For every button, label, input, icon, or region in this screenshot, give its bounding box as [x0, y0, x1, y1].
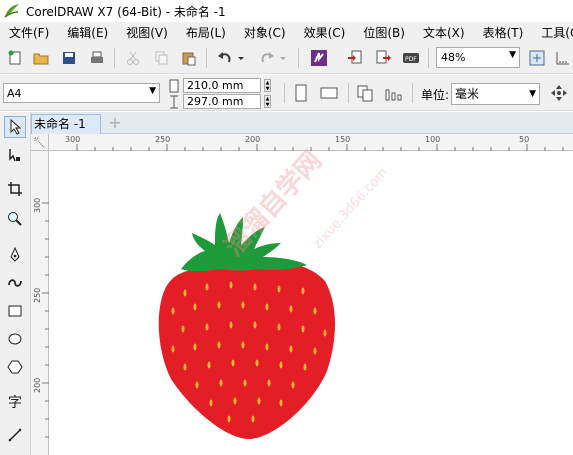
- menu-edit[interactable]: 编辑(E): [64, 24, 111, 41]
- ruler-label: 50: [519, 135, 530, 144]
- unit-label: 单位:: [421, 88, 450, 102]
- toolbar-separator: [428, 48, 429, 68]
- ruler-label: 300: [65, 135, 81, 144]
- toolbox: 字: [0, 112, 31, 455]
- page-size-select[interactable]: A4 ▼: [3, 83, 160, 103]
- ruler-label: 250: [155, 135, 171, 144]
- drawing-canvas[interactable]: 溜溜自学网 zixue.3d66.com: [49, 146, 573, 455]
- zoom-tool-icon[interactable]: [4, 208, 26, 230]
- import-icon[interactable]: [344, 47, 366, 69]
- rectangle-tool-icon[interactable]: [4, 300, 26, 322]
- nudge-distance-icon[interactable]: [548, 82, 570, 104]
- redo-icon[interactable]: [256, 47, 278, 69]
- menu-effects[interactable]: 效果(C): [301, 24, 349, 41]
- ellipse-tool-icon[interactable]: [4, 328, 26, 350]
- menu-view[interactable]: 视图(V): [123, 24, 171, 41]
- chevron-down-icon: ▼: [149, 86, 156, 96]
- zoom-value: 48%: [441, 51, 466, 64]
- publish-pdf-icon[interactable]: PDF: [400, 47, 422, 69]
- page-size-value: A4: [7, 86, 22, 100]
- cut-icon[interactable]: [122, 47, 144, 69]
- portrait-icon[interactable]: [290, 82, 312, 104]
- ruler-label: 200: [33, 377, 42, 393]
- page-width-input[interactable]: 210.0 mm: [183, 78, 261, 93]
- full-screen-preview-icon[interactable]: [526, 47, 548, 69]
- coreldraw-logo-icon: [4, 4, 19, 18]
- menu-tools[interactable]: 工具(O): [538, 24, 573, 41]
- toolbar-separator: [206, 48, 207, 68]
- shape-tool-icon[interactable]: [4, 144, 26, 166]
- chevron-down-icon: ▼: [509, 50, 516, 60]
- text-tool-icon[interactable]: 字: [4, 390, 26, 412]
- svg-text:PDF: PDF: [405, 56, 417, 63]
- height-icon: [170, 95, 178, 108]
- chevron-down-icon: ▼: [529, 89, 536, 99]
- ruler-origin[interactable]: [31, 134, 49, 151]
- toolbar-separator: [412, 83, 413, 103]
- menu-table[interactable]: 表格(T): [480, 24, 527, 41]
- width-spinner[interactable]: ▲ ▼: [264, 79, 271, 92]
- add-tab-button[interactable]: +: [107, 115, 123, 131]
- toolbar-separator: [298, 48, 299, 68]
- property-bar: A4 ▼ 210.0 mm ▲ ▼ 297.0 mm ▲ ▼ 单位: 毫米 ▼: [0, 75, 573, 111]
- ruler-label: 300: [33, 197, 42, 213]
- vertical-ruler[interactable]: 300 250 200: [31, 151, 49, 455]
- menu-object[interactable]: 对象(C): [241, 24, 289, 41]
- toolbar-separator: [284, 83, 285, 103]
- undo-icon[interactable]: [214, 47, 236, 69]
- undo-dropdown-icon[interactable]: [236, 47, 246, 69]
- ruler-label: 250: [33, 287, 42, 303]
- menu-bitmaps[interactable]: 位图(B): [360, 24, 408, 41]
- units-value: 毫米: [455, 87, 480, 101]
- document-tab[interactable]: 未命名 -1: [31, 114, 101, 134]
- artistic-media-tool-icon[interactable]: [4, 272, 26, 294]
- document-tab-bar: 未命名 -1 +: [31, 112, 573, 134]
- pick-tool-icon[interactable]: [4, 116, 26, 138]
- show-rulers-icon[interactable]: [552, 47, 573, 69]
- width-icon: [169, 79, 179, 92]
- crop-tool-icon[interactable]: [4, 178, 26, 200]
- paste-icon[interactable]: [178, 47, 200, 69]
- menu-bar: 文件(F) 编辑(E) 视图(V) 布局(L) 对象(C) 效果(C) 位图(B…: [0, 22, 573, 42]
- svg-text:字: 字: [8, 395, 22, 409]
- toolbar-separator: [114, 48, 115, 68]
- zoom-level-select[interactable]: 48% ▼: [436, 47, 520, 68]
- corel-connect-icon[interactable]: [308, 47, 330, 69]
- current-page-icon[interactable]: [382, 82, 404, 104]
- menu-layout[interactable]: 布局(L): [183, 24, 229, 41]
- page-height-row: 297.0 mm ▲ ▼: [168, 94, 276, 109]
- save-icon[interactable]: [58, 47, 80, 69]
- ruler-label: 200: [245, 135, 261, 144]
- polygon-tool-icon[interactable]: [4, 356, 26, 378]
- standard-toolbar: PDF 48% ▼: [0, 42, 573, 74]
- menu-text[interactable]: 文本(X): [420, 24, 468, 41]
- open-folder-icon[interactable]: [30, 47, 52, 69]
- ruler-label: 100: [425, 135, 441, 144]
- export-icon[interactable]: [372, 47, 394, 69]
- toolbar-separator: [348, 83, 349, 103]
- landscape-icon[interactable]: [318, 82, 340, 104]
- print-icon[interactable]: [86, 47, 108, 69]
- window-title: CorelDRAW X7 (64-Bit) - 未命名 -1: [26, 4, 226, 19]
- all-pages-icon[interactable]: [354, 82, 376, 104]
- vertical-ruler-ticks: [42, 202, 49, 438]
- page-height-input[interactable]: 297.0 mm: [183, 94, 261, 109]
- freehand-tool-icon[interactable]: [4, 244, 26, 266]
- dimension-tool-icon[interactable]: [4, 424, 26, 446]
- ruler-origin-icon: [34, 137, 46, 149]
- redo-dropdown-icon[interactable]: [278, 47, 288, 69]
- copy-icon[interactable]: [150, 47, 172, 69]
- ruler-label: 150: [335, 135, 351, 144]
- title-bar: CorelDRAW X7 (64-Bit) - 未命名 -1: [0, 0, 573, 22]
- height-spinner[interactable]: ▲ ▼: [264, 95, 271, 108]
- menu-file[interactable]: 文件(F): [6, 24, 52, 41]
- page-width-row: 210.0 mm ▲ ▼: [168, 78, 276, 93]
- units-select[interactable]: 毫米 ▼: [451, 83, 540, 105]
- new-document-icon[interactable]: [4, 47, 26, 69]
